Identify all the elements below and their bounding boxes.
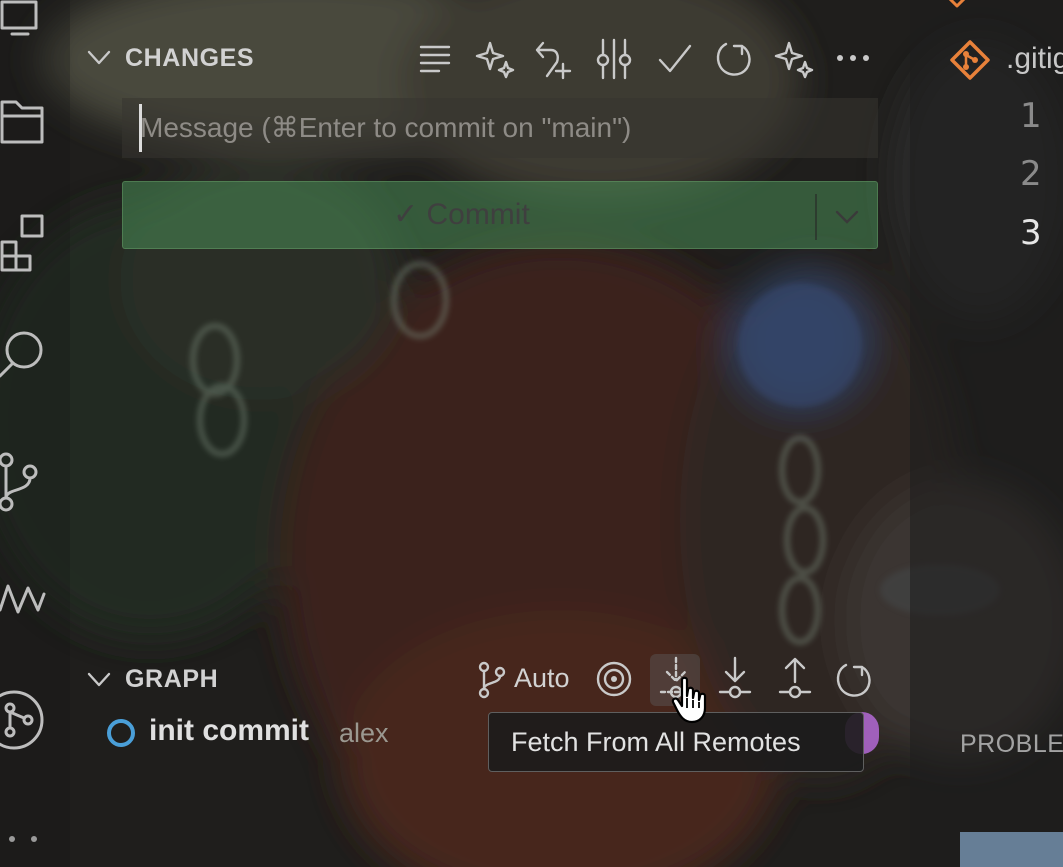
sparkle-icon[interactable]	[475, 40, 515, 79]
git-file-icon	[950, 40, 990, 80]
line-number: 2	[1020, 154, 1042, 194]
sparkle-icon[interactable]	[774, 40, 814, 79]
extensions-icon[interactable]	[0, 212, 50, 274]
branch-icon[interactable]	[478, 661, 506, 699]
more-icon[interactable]	[8, 833, 48, 845]
more-icon[interactable]	[836, 54, 870, 62]
files-icon[interactable]	[0, 96, 50, 146]
gitlens-icon[interactable]	[0, 580, 50, 620]
refresh-icon[interactable]	[836, 661, 872, 699]
line-number: 1	[1020, 96, 1042, 136]
search-icon[interactable]	[0, 328, 50, 380]
graph-section-title[interactable]: GRAPH	[125, 665, 218, 694]
commit-author: alex	[339, 718, 389, 748]
text-caret	[139, 104, 142, 152]
line-number: 3	[1020, 213, 1042, 253]
tooltip-text: Fetch From All Remotes	[511, 727, 801, 757]
commit-button[interactable]: ✓ Commit	[122, 181, 878, 249]
changes-section-title[interactable]: CHANGES	[125, 44, 254, 73]
commit-message[interactable]: init commit	[149, 714, 309, 748]
git-file-icon	[944, 0, 970, 8]
commit-button-label: ✓ Commit	[393, 198, 530, 231]
discard-icon[interactable]	[535, 40, 577, 80]
target-icon[interactable]	[596, 661, 632, 697]
panel-tab-problems[interactable]: PROBLE	[960, 730, 1063, 759]
source-control-icon[interactable]	[0, 452, 50, 514]
push-icon[interactable]	[778, 656, 812, 700]
refresh-icon[interactable]	[716, 40, 752, 78]
hand-cursor-icon	[671, 676, 712, 724]
branch-mode-label[interactable]: Auto	[514, 663, 570, 694]
pull-icon[interactable]	[718, 656, 752, 700]
stage-commit-icon[interactable]	[596, 38, 632, 80]
panel-content-block	[960, 832, 1063, 867]
chevron-down-icon[interactable]	[87, 50, 111, 66]
commit-button-divider	[815, 194, 817, 240]
explorer-icon[interactable]	[0, 0, 50, 40]
chevron-down-icon[interactable]	[835, 210, 859, 224]
commit-message-input[interactable]	[122, 98, 878, 158]
commit-dot-icon	[106, 718, 138, 750]
chevron-down-icon[interactable]	[87, 672, 111, 688]
checkmark-icon[interactable]	[658, 44, 692, 74]
list-flat-icon[interactable]	[419, 44, 451, 74]
git-graph-icon[interactable]	[0, 690, 50, 750]
activity-bar	[0, 0, 70, 867]
editor-tab-label[interactable]: .gitig	[1006, 42, 1063, 76]
